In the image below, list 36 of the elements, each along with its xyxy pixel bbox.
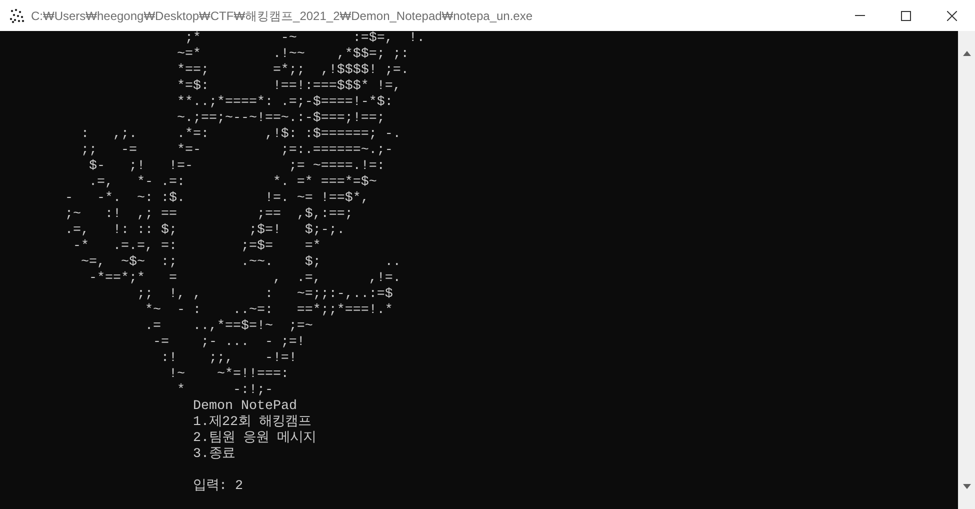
minimize-icon (855, 15, 865, 16)
ascii-art-line: .=, *- .=: *. =* ===*=$~ (88, 175, 377, 191)
ascii-art-line: .= ..,*==$=!~ ;=~ (144, 319, 313, 335)
app-icon (9, 8, 25, 24)
ascii-art-line: - -*. ~: :$. !=. ~= !==$*, (64, 191, 369, 207)
window-title: C:₩Users₩heegong₩Desktop₩CTF₩해킹캠프_2021_2₩Demon_Notepad₩notepa_un.exe (31, 8, 533, 24)
ascii-art-line: :! ;;, -!=! (160, 351, 297, 367)
ascii-art-line: -* .=.=, =: ;=$= =* (72, 239, 321, 255)
scroll-down-icon[interactable] (962, 484, 970, 489)
ascii-art-line: ~=* .!~~ ,*$$=; ;: (176, 47, 409, 63)
ascii-art-line: *==; =*;; ,!$$$$! ;=. (176, 63, 409, 79)
ascii-art-line: $- ;! !=- ;= ~====.!=: (88, 159, 385, 175)
ascii-art-line: .=, !: :: $; ;$=! $;-;. (64, 223, 345, 239)
ascii-art-line: ;* -~ :=$=, !. (184, 31, 425, 47)
ascii-art-line: ;~ :! ,; == ;== ,$,:==; (64, 207, 353, 223)
scrollbar[interactable] (958, 31, 975, 509)
ascii-art-line: **..;*====*: .=;-$====!-*$: (176, 95, 393, 111)
ascii-art-line: ;; -= *=- ;=:.======~.;- (80, 143, 393, 159)
ascii-art-line: *=$: !==!:===$$$* !=, (176, 79, 401, 95)
ascii-art-line: ~=, ~$~ :; .~~. $; .. (80, 255, 401, 271)
menu-option: 1.제22회 해킹캠프 (193, 415, 311, 431)
menu-option: 3.종료 (193, 447, 235, 463)
close-icon (947, 10, 957, 20)
menu-title: Demon NotePad (193, 399, 297, 414)
scroll-up-icon[interactable] (962, 51, 970, 56)
maximize-icon (901, 10, 911, 20)
ascii-art-line: : ,;. .*=: ,!$: :$======; -. (80, 127, 401, 143)
input-prompt: 입력: 2 (193, 479, 243, 495)
ascii-art-line: *~ - : ..~=: ==*;;*===!.* (144, 303, 393, 319)
ascii-art-line: * -:!;- (176, 383, 273, 399)
ascii-art-line: !~ ~*=!!===: (168, 367, 289, 383)
ascii-art-line: ;; !, , : ~=;;:-,..:=$ (136, 287, 393, 303)
ascii-art-line: -= ;- ... - ;=! (152, 335, 305, 351)
menu-option: 2.팀원 응원 메시지 (193, 431, 316, 447)
ascii-art-line: -*==*;* = , .=, ,!=. (88, 271, 401, 287)
ascii-art-line: ~.;==;~--~!==~.:-$===;!==; (176, 111, 385, 127)
